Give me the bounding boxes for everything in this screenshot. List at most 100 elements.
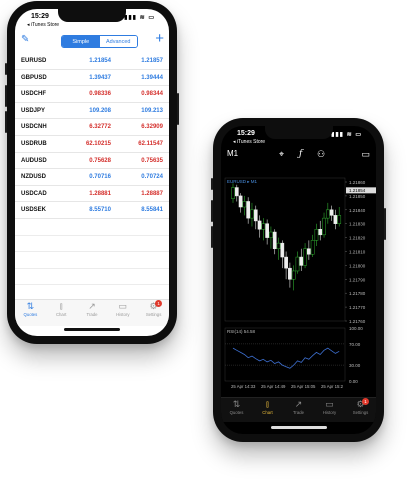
notch: [264, 126, 333, 139]
tab-quotes[interactable]: ⇅ Quotes: [15, 300, 46, 326]
chart-symbol-label: EURUSD ▸ M1: [227, 179, 258, 184]
tab-label: Quotes: [229, 410, 244, 415]
quote-ask: 6.32909: [141, 124, 163, 131]
back-to-app-link[interactable]: ◂ iTunes Store: [233, 139, 265, 145]
candle-body: [257, 220, 262, 230]
chart-icon: ⫾: [266, 399, 269, 409]
quotes-icon: ⇅: [26, 301, 35, 311]
price-chart[interactable]: 1.21860 1.21850 1.21840 1.21830 1.21820 1.218…: [221, 176, 376, 398]
time-tick-label: 25 Apr 15:05: [291, 384, 316, 389]
quote-row[interactable]: GBPUSD 1.39437 1.39444: [15, 70, 169, 87]
tab-label: Trade: [292, 410, 305, 415]
tab-history[interactable]: ▭ History: [314, 398, 345, 422]
mode-advanced-button[interactable]: Advanced: [99, 36, 137, 47]
price-tick-label: 1.21800: [349, 263, 366, 268]
tab-settings[interactable]: ⚙ Settings 1: [345, 398, 376, 422]
quote-row[interactable]: USDSEK 8.55710 8.55841: [15, 202, 169, 219]
quote-row[interactable]: EURUSD 1.21854 1.21857: [15, 53, 169, 70]
time-tick-label: 25 Apr 15:2: [321, 384, 344, 389]
quote-bid: 1.28881: [89, 190, 111, 197]
candle-body: [253, 209, 258, 222]
quotes-screen: 15:29 ◂ iTunes Store ▮▮▮ ≋ ▭ ✎ Simple Ad…: [15, 9, 169, 336]
notch: [58, 9, 126, 22]
history-icon: ▭: [325, 399, 334, 409]
back-to-app-link[interactable]: ◂ iTunes Store: [27, 22, 59, 28]
tab-chart[interactable]: ⫾ Chart: [46, 300, 77, 326]
mode-simple-button[interactable]: Simple: [62, 36, 100, 47]
chart-icon: ⫾: [59, 301, 63, 311]
quote-ask: 62.11547: [138, 140, 163, 147]
price-tick-label: 1.21820: [349, 236, 366, 241]
chart-phone: 15:29 ◂ iTunes Store ▮▮▮ ≋ ▭ M1 ⌖ ƒ ⚇ ▭ …: [211, 118, 386, 442]
candle-body: [272, 231, 277, 249]
candle-body: [242, 201, 247, 208]
add-symbol-button[interactable]: +: [155, 30, 164, 47]
price-tick-label: 1.21850: [349, 194, 366, 199]
candle-body: [234, 187, 239, 197]
quote-ask: 8.55841: [141, 207, 163, 214]
price-tick-label: 1.21760: [349, 319, 366, 324]
candle-body: [299, 256, 304, 266]
quotes-toolbar: ✎ Simple Advanced +: [15, 30, 169, 49]
quote-ask: 1.28887: [141, 190, 163, 197]
quote-bid: 1.39437: [89, 74, 111, 81]
quote-ask: 109.213: [141, 107, 163, 114]
quote-ask: 1.21857: [141, 58, 163, 64]
candle-body: [314, 229, 319, 241]
candle-body: [310, 240, 315, 255]
quote-row[interactable]: USDCNH 6.32772 6.32909: [15, 119, 169, 136]
price-tick-label: 1.21770: [349, 305, 366, 310]
candle-body: [329, 209, 334, 216]
crosshair-icon[interactable]: ⌖: [279, 149, 284, 160]
quote-bid: 0.98336: [89, 91, 111, 98]
rsi-label: RSI(14) 54.58: [227, 329, 256, 334]
windows-icon[interactable]: ▭: [361, 149, 370, 160]
quote-bid: 8.55710: [89, 207, 111, 214]
quote-row[interactable]: USDCHF 0.98336 0.98344: [15, 86, 169, 103]
price-tick-label: 1.21790: [349, 277, 366, 282]
candle-body: [333, 215, 338, 224]
chart-toolbar: M1 ⌖ ƒ ⚇ ▭: [221, 148, 376, 164]
quote-symbol: USDRUB: [21, 140, 47, 147]
quote-symbol: NZDUSD: [21, 174, 46, 181]
volume-up-button: [5, 85, 7, 107]
quote-ask: 1.39444: [141, 74, 163, 81]
tab-trade[interactable]: ↗ Trade: [283, 398, 314, 422]
home-indicator[interactable]: [64, 328, 120, 331]
quote-symbol: USDCHF: [21, 91, 46, 98]
objects-icon[interactable]: ⚇: [317, 149, 325, 160]
candle-body: [246, 201, 251, 219]
candle-body: [307, 248, 311, 255]
timeframe-button[interactable]: M1: [227, 149, 238, 158]
quote-row[interactable]: USDRUB 62.10215 62.11547: [15, 136, 169, 153]
power-button: [384, 208, 386, 240]
quote-symbol: USDJPY: [21, 107, 46, 114]
pencil-icon[interactable]: ✎: [21, 34, 29, 45]
quote-ask: 0.75635: [141, 157, 163, 164]
quote-row[interactable]: AUDUSD 0.75628 0.75635: [15, 153, 169, 170]
chart-screen: 15:29 ◂ iTunes Store ▮▮▮ ≋ ▭ M1 ⌖ ƒ ⚇ ▭ …: [221, 126, 376, 434]
quote-row[interactable]: NZDUSD 0.70716 0.70724: [15, 169, 169, 186]
quote-symbol: AUDUSD: [21, 157, 47, 164]
quote-symbol: EURUSD: [21, 58, 47, 64]
quote-row[interactable]: USDCAD 1.28881 1.28887: [15, 186, 169, 203]
home-indicator[interactable]: [270, 426, 327, 429]
quotes-icon: ⇅: [232, 399, 241, 409]
tab-label: Settings: [145, 312, 162, 317]
quote-row[interactable]: USDJPY 109.208 109.213: [15, 103, 169, 120]
candle-body: [318, 229, 323, 236]
tab-history[interactable]: ▭ History: [107, 300, 138, 326]
chart-area[interactable]: 1.21860 1.21850 1.21840 1.21830 1.21820 1.218…: [221, 176, 376, 398]
quote-bid: 109.208: [89, 107, 111, 114]
tab-trade[interactable]: ↗ Trade: [77, 300, 108, 326]
tab-chart[interactable]: ⫾ Chart: [252, 398, 283, 422]
quote-bid: 0.75628: [89, 157, 111, 164]
tab-label: History: [116, 312, 130, 317]
candle-body: [280, 242, 285, 258]
tab-quotes[interactable]: ⇅ Quotes: [221, 398, 252, 422]
candle-body: [291, 270, 296, 280]
function-icon[interactable]: ƒ: [299, 149, 302, 159]
time-tick-label: 25 Apr 14:49: [261, 384, 286, 389]
tab-settings[interactable]: ⚙ Settings 1: [138, 300, 169, 326]
price-tick-label: 1.21860: [349, 180, 366, 185]
